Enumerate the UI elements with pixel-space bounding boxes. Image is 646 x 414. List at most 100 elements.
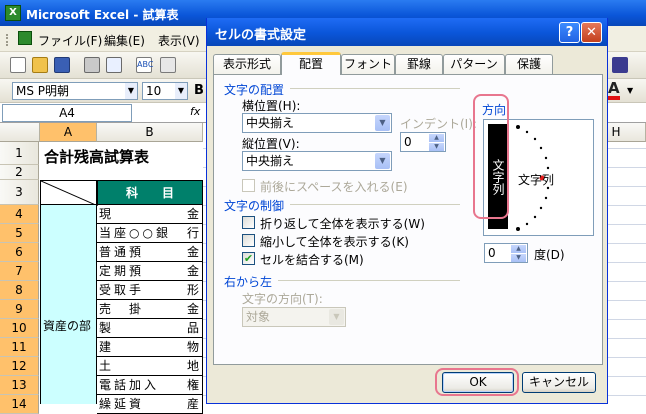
cut-icon[interactable] [160,57,176,73]
print-icon[interactable] [84,57,100,73]
merged-group-cell[interactable]: 資産の部 [40,205,97,404]
group-divider [290,204,460,205]
wrap-label: 折り返して全体を表示する(W) [260,217,425,231]
tab-alignment[interactable]: 配置 [281,52,341,75]
degree-spinner[interactable]: 0 ▲ ▼ [484,243,528,263]
vertical-text-highlight [473,94,509,219]
tab-border[interactable]: 罫線 [395,54,443,74]
spin-down-icon[interactable]: ▼ [511,254,526,262]
group-divider [290,88,460,89]
chevron-down-icon[interactable]: ▼ [175,83,187,99]
merge-checkbox[interactable]: ✔ [242,252,255,265]
space-label: 前後にスペースを入れる(E) [260,180,408,194]
account-cell[interactable]: 製品 [97,319,203,338]
row-header[interactable]: 14 [0,395,39,414]
row-header[interactable]: 4 [0,205,39,224]
account-cell[interactable]: 土地 [97,357,203,376]
close-button[interactable]: ✕ [581,22,602,43]
merge-label: セルを結合する(M) [260,253,364,267]
font-size-combo[interactable]: 10 ▼ [142,82,188,100]
spin-up-icon[interactable]: ▲ [511,245,526,253]
horizontal-select[interactable]: 中央揃え ▼ [242,113,392,133]
spin-up-icon[interactable]: ▲ [429,134,444,142]
row-header[interactable]: 10 [0,319,39,338]
spelling-icon[interactable]: ABC [136,57,153,73]
chevron-down-icon[interactable]: ▼ [375,153,390,169]
alignment-panel: 文字の配置 横位置(H): 中央揃え ▼ インデント(I): 0 ▲ ▼ 縦位置… [213,74,603,365]
account-cell[interactable]: 売 掛金 [97,300,203,319]
new-icon[interactable] [10,57,26,73]
function-icon[interactable]: fx [190,105,200,118]
account-cell[interactable]: 当座○○銀行 [97,224,203,243]
sheet-title-cell[interactable]: 合計残高試算表 [44,146,149,167]
print-preview-icon[interactable] [106,57,122,73]
horizontal-label: 横位置(H): [242,99,301,113]
font-color-icon[interactable]: A [608,80,620,100]
account-cell[interactable]: 電話加入権 [97,376,203,395]
row-header[interactable]: 11 [0,338,39,357]
spin-down-icon[interactable]: ▼ [429,143,444,151]
header-diagonal-cell[interactable] [40,180,98,206]
rtl-group: 右から左 [224,275,273,289]
account-cell[interactable]: 繰延資産 [97,395,203,414]
chevron-down-icon[interactable]: ▼ [329,309,344,325]
row-header[interactable]: 2 [0,165,39,180]
row-header[interactable]: 1 [0,142,39,165]
indent-spinner[interactable]: 0 ▲ ▼ [400,132,446,152]
excel-window-title: Microsoft Excel - 試算表 [26,8,179,22]
name-box[interactable]: A4 [2,104,132,122]
row-header[interactable]: 8 [0,281,39,300]
tab-strip: 表示形式 配置 フォント 罫線 パターン 保護 [213,52,603,75]
vertical-select[interactable]: 中央揃え ▼ [242,151,392,171]
row-header[interactable]: 3 [0,180,39,205]
horizontal-text-preview: 文字列 [518,173,555,187]
menu-file[interactable]: ファイル(F) [38,32,102,49]
tab-number[interactable]: 表示形式 [213,54,281,74]
select-all-corner[interactable] [0,123,40,142]
row-header[interactable]: 13 [0,376,39,395]
cancel-button[interactable]: キャンセル [522,372,596,393]
space-checkbox[interactable] [242,179,255,192]
account-cell[interactable]: 建物 [97,338,203,357]
row-header[interactable]: 6 [0,243,39,262]
row-header[interactable]: 7 [0,262,39,281]
wrap-checkbox[interactable] [242,216,255,229]
column-header-a[interactable]: A [40,123,97,142]
chevron-down-icon[interactable]: ▼ [375,115,390,131]
menu-view[interactable]: 表示(V) [158,32,200,49]
account-cell[interactable]: 受取手形 [97,281,203,300]
group-label: 資産の部 [43,319,92,333]
shrink-checkbox[interactable] [242,234,255,247]
dialog-title: セルの書式設定 [215,28,307,43]
account-cell[interactable]: 現金 [97,205,203,224]
tab-patterns[interactable]: パターン [443,54,505,74]
degree-label: 度(D) [534,248,565,262]
direction-value: 対象 [246,310,271,324]
row-header[interactable]: 5 [0,224,39,243]
indent-value: 0 [404,135,412,149]
ok-button[interactable]: OK [442,372,514,393]
save-icon[interactable] [54,57,70,73]
row-header[interactable]: 9 [0,300,39,319]
dialog-title-bar: セルの書式設定 ? ✕ [207,18,607,46]
direction-label: 文字の方向(T): [242,292,323,306]
menu-edit[interactable]: 編集(E) [104,32,145,49]
open-icon[interactable] [32,57,48,73]
column-header-b[interactable]: B [97,123,203,142]
indent-label: インデント(I): [400,117,477,131]
toolbar-options-icon[interactable] [612,57,628,73]
help-button[interactable]: ? [559,22,580,43]
account-cell[interactable]: 普通預金 [97,243,203,262]
menu-grip [6,34,9,46]
chevron-down-icon[interactable]: ▼ [627,86,633,95]
header-account-cell[interactable]: 科 目 [97,180,203,205]
tab-font[interactable]: フォント [341,54,395,74]
tab-protection[interactable]: 保護 [505,54,553,74]
account-cell[interactable]: 定期預金 [97,262,203,281]
chevron-down-icon[interactable]: ▼ [125,83,137,99]
bold-button[interactable]: B [194,83,204,98]
direction-select[interactable]: 対象 ▼ [242,307,346,327]
row-header[interactable]: 12 [0,357,39,376]
document-icon[interactable] [18,31,32,45]
font-name-combo[interactable]: MS P明朝 ▼ [12,82,138,100]
